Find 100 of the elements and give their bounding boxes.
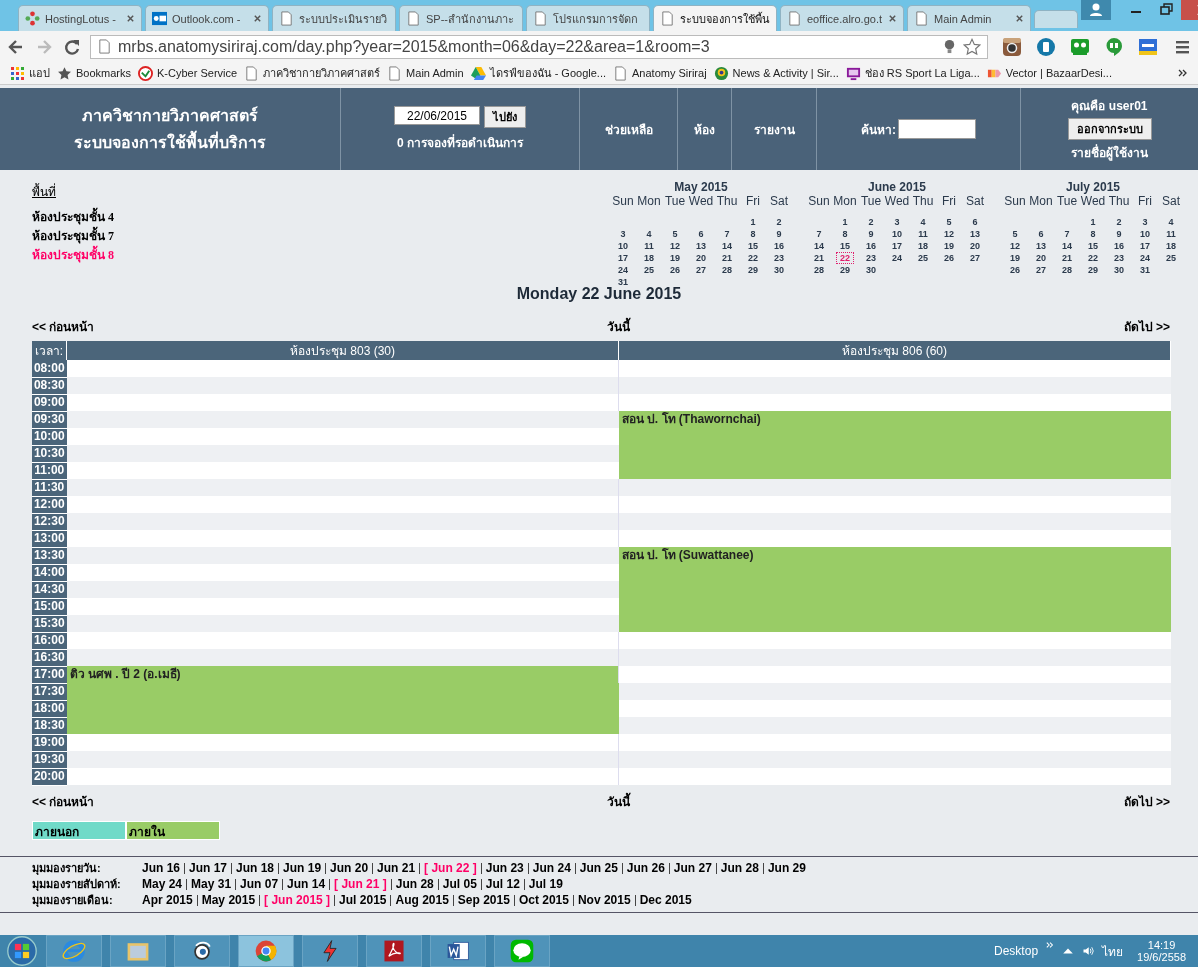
calendar-day[interactable]: 21	[1058, 252, 1076, 264]
today-link[interactable]: วันนี้	[606, 791, 630, 811]
next-link[interactable]: ถัดไป >>	[1123, 317, 1170, 336]
calendar-day[interactable]: 18	[1162, 240, 1180, 252]
calendar-day[interactable]: 10	[888, 228, 906, 240]
calendar-day[interactable]: 6	[968, 216, 982, 228]
calendar-day[interactable]: 23	[1110, 252, 1128, 264]
address-bar[interactable]: mrbs.anatomysiriraj.com/day.php?year=2015&month=06&day=22&area=1&room=3	[90, 34, 988, 59]
calendar-day[interactable]: 11	[640, 240, 658, 252]
search-field[interactable]	[898, 119, 976, 139]
room-column-header[interactable]: ห้องประชุม 803 (30)	[66, 341, 619, 360]
booking-block[interactable]: สอน ป. โท (Thawornchai)	[618, 411, 1171, 479]
view-link[interactable]: Apr 2015	[142, 892, 193, 908]
calendar-day[interactable]: 2	[1112, 216, 1126, 228]
pending-bookings-link[interactable]: 0 การจองที่รอดำเนินการ	[397, 133, 523, 152]
view-link[interactable]: Jun 29	[767, 860, 806, 876]
calendar-day[interactable]: 13	[966, 228, 984, 240]
desktop-toolbar-label[interactable]: Desktop	[994, 944, 1039, 958]
room-column-header[interactable]: ห้องประชุม 806 (60)	[618, 341, 1171, 360]
calendar-day[interactable]: 14	[810, 240, 828, 252]
view-link[interactable]: May 31	[191, 876, 232, 892]
calendar-day[interactable]: 22	[744, 252, 762, 264]
view-link[interactable]: Jun 16	[142, 860, 180, 876]
calendar-day[interactable]: 5	[668, 228, 682, 240]
view-link[interactable]: May 2015	[201, 892, 256, 908]
view-link[interactable]: Jun 20	[330, 860, 369, 876]
calendar-day[interactable]: 13	[692, 240, 710, 252]
bookmark-link[interactable]: Anatomy Siriraj	[613, 65, 707, 81]
previous-link[interactable]: << ก่อนหน้า	[32, 791, 95, 811]
go-button[interactable]: ไปยัง	[484, 106, 526, 128]
calendar-day[interactable]: 31	[1136, 264, 1154, 276]
view-link[interactable]: Nov 2015	[577, 892, 631, 908]
close-icon[interactable]	[126, 14, 135, 23]
logout-button[interactable]: ออกจากระบบ	[1067, 118, 1152, 140]
area-link[interactable]: ห้องประชุมชั้น 4	[32, 207, 114, 226]
bookmark-link[interactable]: Bookmarks	[57, 65, 132, 81]
calendar-day[interactable]: 27	[692, 264, 710, 276]
view-link[interactable]: Oct 2015	[518, 892, 569, 908]
robot-icon[interactable]	[1070, 36, 1090, 57]
calendar-day[interactable]: 22	[1084, 252, 1102, 264]
browser-tab[interactable]: โปรแกรมการจัดก	[526, 5, 650, 31]
calendar-day[interactable]: 14	[1058, 240, 1076, 252]
calendar-day[interactable]: 3	[616, 228, 630, 240]
calendar-day[interactable]: 24	[1136, 252, 1154, 264]
calendar-day[interactable]: 14	[718, 240, 736, 252]
bookmark-link[interactable]: News & Activity | Sir...	[713, 65, 839, 81]
calendar-day[interactable]: 4	[1164, 216, 1178, 228]
calendar-day[interactable]: 19	[666, 252, 684, 264]
calendar-day[interactable]: 26	[666, 264, 684, 276]
view-link[interactable]: May 24	[142, 876, 183, 892]
calendar-day[interactable]: 6	[694, 228, 708, 240]
view-link[interactable]: Jun 28	[395, 876, 434, 892]
view-link[interactable]: Jul 12	[485, 876, 520, 892]
calendar-day[interactable]: 16	[770, 240, 788, 252]
phone-icon[interactable]	[1036, 36, 1056, 57]
calendar-day[interactable]: 24	[888, 252, 906, 264]
next-link[interactable]: ถัดไป >>	[1123, 791, 1170, 811]
calendar-day[interactable]: 19	[1006, 252, 1024, 264]
booking-block[interactable]: สอน ป. โท (Suwattanee)	[618, 547, 1171, 632]
calendar-day[interactable]: 30	[862, 264, 880, 276]
calendar-day[interactable]: 9	[864, 228, 878, 240]
calendar-day[interactable]: 9	[772, 228, 786, 240]
calendar-day[interactable]: 5	[942, 216, 956, 228]
chevron-right-icon[interactable]	[1178, 68, 1188, 78]
language-indicator[interactable]: ไทย	[1102, 941, 1124, 961]
calendar-day[interactable]: 23	[862, 252, 880, 264]
calendar-day[interactable]: 11	[914, 228, 932, 240]
calendar-day[interactable]: 15	[1084, 240, 1102, 252]
calendar-day[interactable]: 12	[666, 240, 684, 252]
calendar-day[interactable]: 26	[940, 252, 958, 264]
view-link[interactable]: Jun 24	[532, 860, 571, 876]
calendar-day[interactable]: 29	[744, 264, 762, 276]
calendar-day[interactable]: 7	[1060, 228, 1074, 240]
bookmark-link[interactable]: ไดรฟ์ของฉัน - Google...	[470, 64, 606, 82]
calendar-day[interactable]: 18	[914, 240, 932, 252]
calendar-day[interactable]: 22	[836, 252, 854, 264]
browser-tab[interactable]: ระบบประเมินรายวิ	[272, 5, 396, 31]
calendar-day[interactable]: 23	[770, 252, 788, 264]
view-link[interactable]: Jun 23	[485, 860, 524, 876]
calendar-day[interactable]: 7	[812, 228, 826, 240]
calendar-day[interactable]: 7	[720, 228, 734, 240]
calendar-day[interactable]: 1	[1086, 216, 1100, 228]
lightbulb-icon[interactable]	[942, 39, 957, 54]
calendar-day[interactable]: 3	[1138, 216, 1152, 228]
previous-link[interactable]: << ก่อนหน้า	[32, 317, 95, 336]
browser-tab[interactable]: eoffice.alro.go.t	[780, 5, 904, 31]
calendar-day[interactable]: 27	[966, 252, 984, 264]
calendar-day[interactable]: 15	[836, 240, 854, 252]
quote-bubble-icon[interactable]	[1104, 36, 1124, 57]
users-list-link[interactable]: รายชื่อผู้ใช้งาน	[1071, 143, 1148, 162]
calendar-day[interactable]: 11	[1162, 228, 1180, 240]
date-field[interactable]: 22/06/2015	[394, 106, 480, 125]
calendar-day[interactable]: 17	[1136, 240, 1154, 252]
calendar-day[interactable]: 1	[838, 216, 852, 228]
view-link[interactable]: Jun 19	[283, 860, 322, 876]
close-icon[interactable]	[1015, 14, 1024, 23]
view-link[interactable]: Jul 05	[442, 876, 477, 892]
calendar-day[interactable]: 2	[864, 216, 878, 228]
menu-link[interactable]: ช่วยเหลือ	[604, 119, 653, 139]
calendar-day[interactable]: 30	[770, 264, 788, 276]
